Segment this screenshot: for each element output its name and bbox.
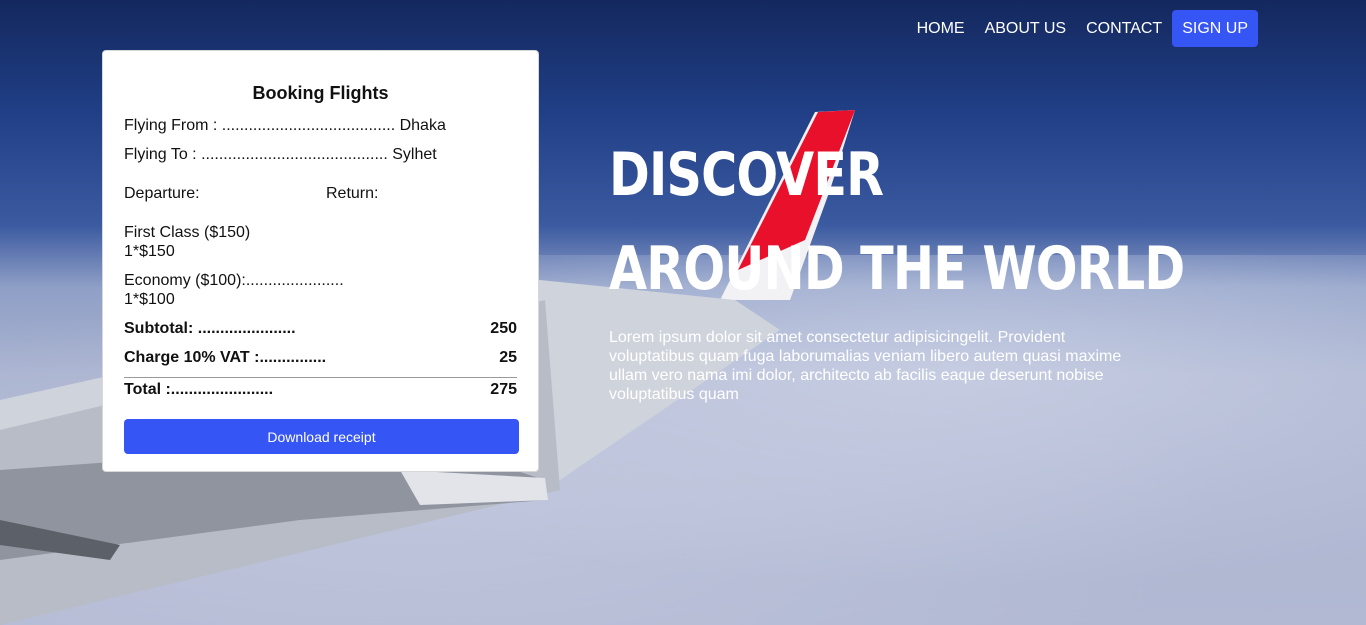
subtotal-label: Subtotal: ...................... — [124, 320, 296, 337]
flying-from-row: Flying From : ..........................… — [124, 117, 446, 134]
sign-up-button[interactable]: SIGN UP — [1172, 10, 1258, 47]
flying-to-row: Flying To : ............................… — [124, 146, 437, 163]
hero-title-line-1: DISCOVER — [609, 140, 884, 210]
total-value: 275 — [490, 381, 517, 398]
download-receipt-button[interactable]: Download receipt — [124, 419, 519, 454]
nav-contact[interactable]: CONTACT — [1086, 20, 1162, 38]
vat-row: Charge 10% VAT :............... 25 — [124, 348, 517, 367]
total-label: Total :....................... — [124, 381, 274, 398]
subtotal-row: Subtotal: ...................... 250 — [124, 319, 517, 338]
subtotal-value: 250 — [490, 320, 517, 337]
first-class-label: First Class ($150) — [124, 224, 251, 241]
return-label: Return: — [326, 185, 379, 202]
booking-receipt-card: Booking Flights Flying From : ..........… — [102, 50, 539, 472]
vat-label: Charge 10% VAT :............... — [124, 349, 327, 366]
departure-label: Departure: — [124, 185, 200, 202]
top-nav: HOME ABOUT US CONTACT SIGN UP — [897, 10, 1258, 47]
economy-label: Economy ($100):...................... — [124, 272, 344, 289]
dates-row: Departure: Return: — [124, 184, 517, 203]
nav-home[interactable]: HOME — [917, 20, 965, 38]
first-class-qty: 1*$150 — [124, 243, 175, 260]
hero-title-line-2: AROUND THE WORLD — [609, 234, 1185, 304]
vat-value: 25 — [499, 349, 517, 366]
economy-qty: 1*$100 — [124, 291, 175, 308]
card-title: Booking Flights — [252, 83, 389, 103]
hero-description: Lorem ipsum dolor sit amet consectetur a… — [609, 329, 1122, 403]
hero-title: DISCOVER AROUND THE WORLD — [609, 128, 1185, 316]
total-row: Total :....................... 275 — [124, 380, 517, 399]
total-divider — [124, 377, 517, 378]
nav-about-us[interactable]: ABOUT US — [985, 20, 1067, 38]
